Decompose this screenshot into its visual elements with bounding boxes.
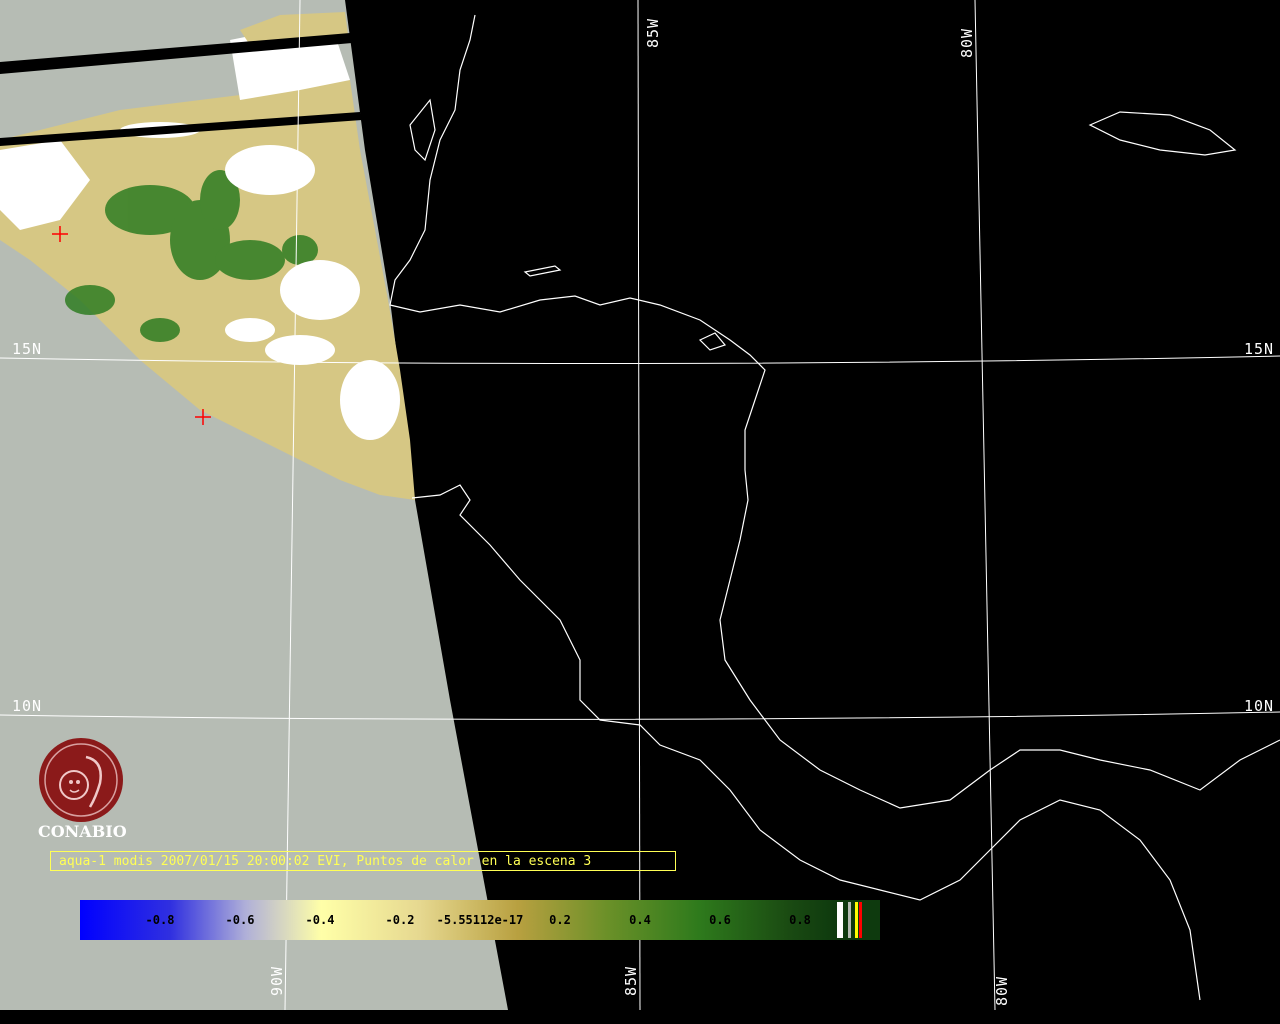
lat-label-10n-left: 10N <box>12 697 43 715</box>
colorbar-label: -0.2 <box>386 913 415 927</box>
colorbar-label: 0.4 <box>629 913 651 927</box>
lat-label-15n-left: 15N <box>12 340 43 358</box>
lon-label-85w-bottom: 85W <box>622 965 640 996</box>
colorbar-yellow-swatch <box>855 902 858 938</box>
colorbar-nodata-swatch <box>848 902 851 938</box>
lat-label-15n-right: 15N <box>1244 340 1275 358</box>
colorbar-hotspot-swatch <box>859 902 862 938</box>
lon-label-85w-top: 85W <box>644 17 662 48</box>
colorbar-label: 0.2 <box>549 913 571 927</box>
lon-label-80w-bottom: 80W <box>993 975 1011 1006</box>
colorbar-label: 0.8 <box>789 913 811 927</box>
colorbar-label: -5.55112e-17 <box>437 913 524 927</box>
colorbar-label: -0.6 <box>226 913 255 927</box>
colorbar-label: -0.8 <box>146 913 175 927</box>
lon-label-90w-bottom: 90W <box>268 965 286 996</box>
colorbar-label: 0.6 <box>709 913 731 927</box>
lat-label-10n-right: 10N <box>1244 697 1275 715</box>
scene-caption: aqua-1 modis 2007/01/15 20:00:02 EVI, Pu… <box>50 851 676 871</box>
colorbar-label: -0.4 <box>306 913 335 927</box>
conabio-logo-icon <box>39 738 123 822</box>
org-name: CONABIO <box>38 822 127 841</box>
lon-label-80w-top: 80W <box>958 27 976 58</box>
evi-colorbar: -0.8 -0.6 -0.4 -0.2 -5.55112e-17 0.2 0.4 0.6 0.8 <box>80 900 880 940</box>
map-viewer: 15N 15N 10N 10N 85W 80W 90W 85W 80W CONA… <box>0 0 1280 1024</box>
colorbar-cloud-swatch <box>837 902 843 938</box>
